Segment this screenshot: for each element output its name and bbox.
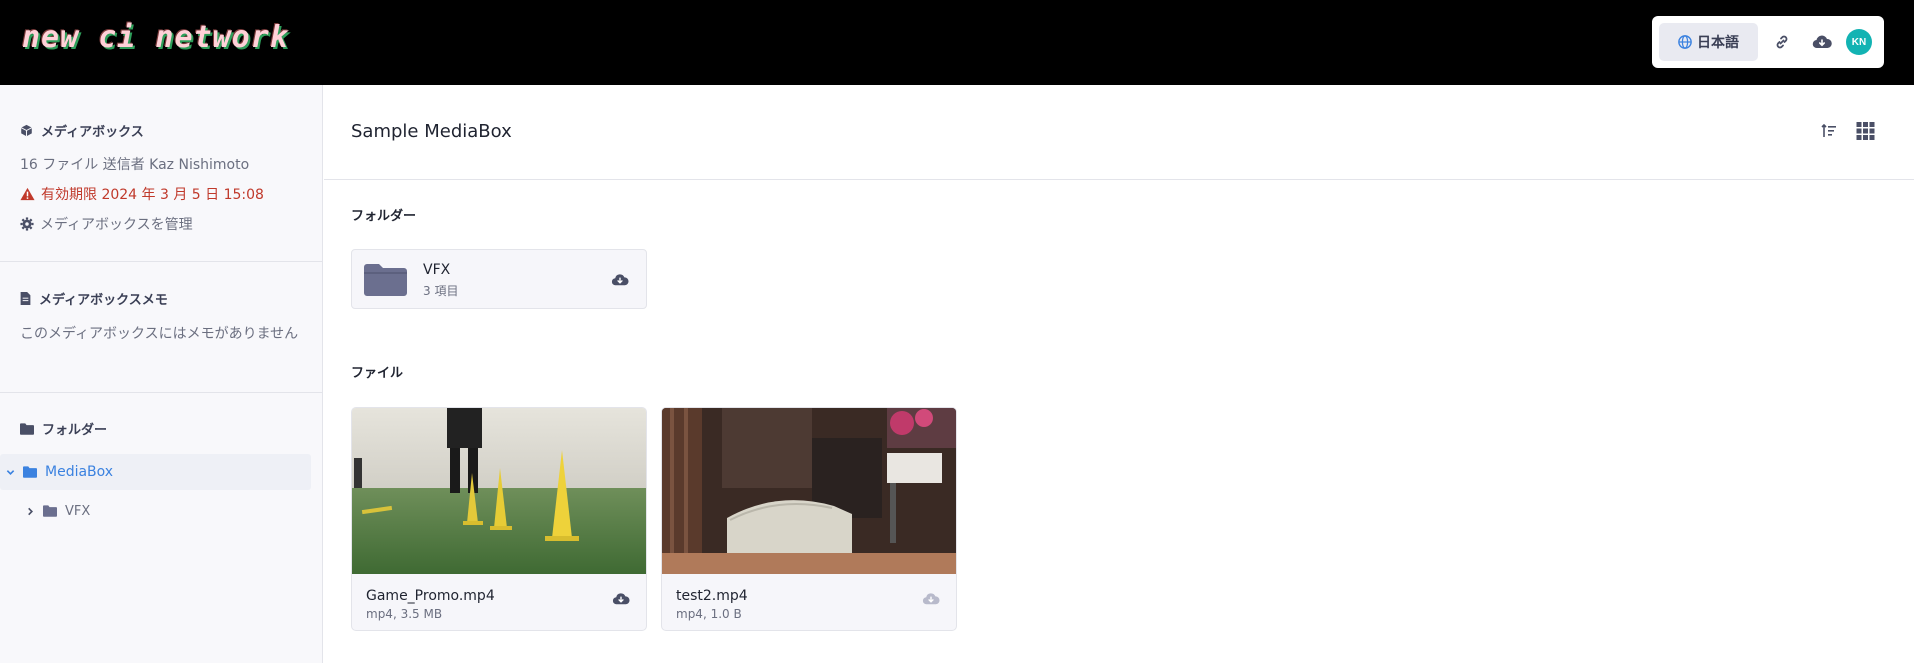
grid-view-button[interactable]	[1856, 122, 1875, 145]
cloud-download-icon	[1812, 35, 1832, 49]
tree-item-mediabox[interactable]: MediaBox	[0, 454, 311, 490]
video-thumbnail-image	[352, 408, 646, 574]
folder-card-vfx[interactable]: VFX 3 項目	[351, 249, 647, 309]
document-icon	[20, 292, 31, 305]
avatar[interactable]: KN	[1846, 29, 1872, 55]
folder-icon	[23, 466, 37, 478]
video-thumbnail-image	[662, 408, 956, 574]
folders-section-label: フォルダー	[351, 209, 417, 224]
file-download-button[interactable]	[612, 592, 630, 611]
page-title: Sample MediaBox	[351, 121, 512, 142]
warning-icon	[20, 187, 35, 201]
gear-icon	[20, 217, 34, 231]
expiry-notice: 有効期限 2024 年 3 月 5 日 15:08	[20, 184, 264, 204]
file-meta: mp4, 1.0 B	[676, 607, 742, 621]
memo-heading: メディアボックスメモ	[20, 289, 290, 308]
grid-icon	[1856, 122, 1875, 140]
mediabox-heading: メディアボックス	[20, 121, 264, 140]
folder-download-button[interactable]	[611, 273, 629, 292]
file-card[interactable]: Game_Promo.mp4 mp4, 3.5 MB	[351, 407, 647, 631]
chevron-right-icon	[28, 507, 33, 515]
sidebar-divider	[0, 392, 323, 393]
memo-text: このメディアボックスにはメモがありません	[20, 326, 299, 342]
sort-button[interactable]	[1821, 123, 1837, 144]
copy-link-button[interactable]	[1762, 23, 1802, 61]
main-content: Sample MediaBox フォルダー VFX 3 項目 ファイル Game…	[324, 85, 1914, 663]
file-name: Game_Promo.mp4	[366, 588, 495, 604]
link-icon	[1776, 35, 1788, 49]
folder-name: VFX	[423, 262, 451, 278]
tree-item-vfx[interactable]: VFX	[0, 493, 311, 529]
mediabox-info: メディアボックス 16 ファイル 送信者 Kaz Nishimoto 有効期限 …	[0, 121, 284, 234]
tree-item-label: VFX	[65, 503, 91, 519]
main-header: Sample MediaBox	[324, 85, 1914, 180]
cloud-download-icon	[922, 593, 940, 605]
memo-section: メディアボックスメモ このメディアボックスにはメモがありません	[0, 289, 310, 344]
folders-section: フォルダー	[0, 419, 127, 438]
folders-heading: フォルダー	[20, 419, 107, 438]
folder-count: 3 項目	[423, 284, 459, 298]
top-bar: new ci network 日本語 KN	[0, 0, 1914, 85]
files-section-label: ファイル	[351, 366, 404, 381]
globe-icon	[1678, 35, 1692, 49]
manage-mediabox-link[interactable]: メディアボックスを管理	[20, 214, 264, 234]
download-all-button[interactable]	[1802, 23, 1842, 61]
top-actions: 日本語 KN	[1652, 16, 1884, 68]
file-name: test2.mp4	[676, 588, 748, 604]
sidebar-divider	[0, 261, 323, 262]
language-label: 日本語	[1697, 35, 1739, 51]
folder-icon	[43, 505, 57, 517]
cloud-download-icon	[612, 593, 630, 605]
video-thumbnail[interactable]	[352, 408, 646, 574]
video-thumbnail[interactable]	[662, 408, 956, 574]
file-download-button[interactable]	[922, 592, 940, 611]
folder-icon	[20, 422, 34, 435]
folder-icon	[364, 264, 407, 296]
sidebar: メディアボックス 16 ファイル 送信者 Kaz Nishimoto 有効期限 …	[0, 85, 323, 663]
file-card[interactable]: test2.mp4 mp4, 1.0 B	[661, 407, 957, 631]
cloud-download-icon	[611, 274, 629, 286]
file-meta: mp4, 3.5 MB	[366, 607, 443, 621]
chevron-down-icon	[6, 469, 15, 475]
language-button[interactable]: 日本語	[1659, 23, 1758, 61]
cube-icon	[20, 124, 33, 137]
tree-item-label: MediaBox	[45, 464, 114, 480]
file-summary: 16 ファイル 送信者 Kaz Nishimoto	[20, 157, 250, 173]
sort-icon	[1821, 123, 1836, 137]
logo[interactable]: new ci network	[22, 20, 289, 55]
